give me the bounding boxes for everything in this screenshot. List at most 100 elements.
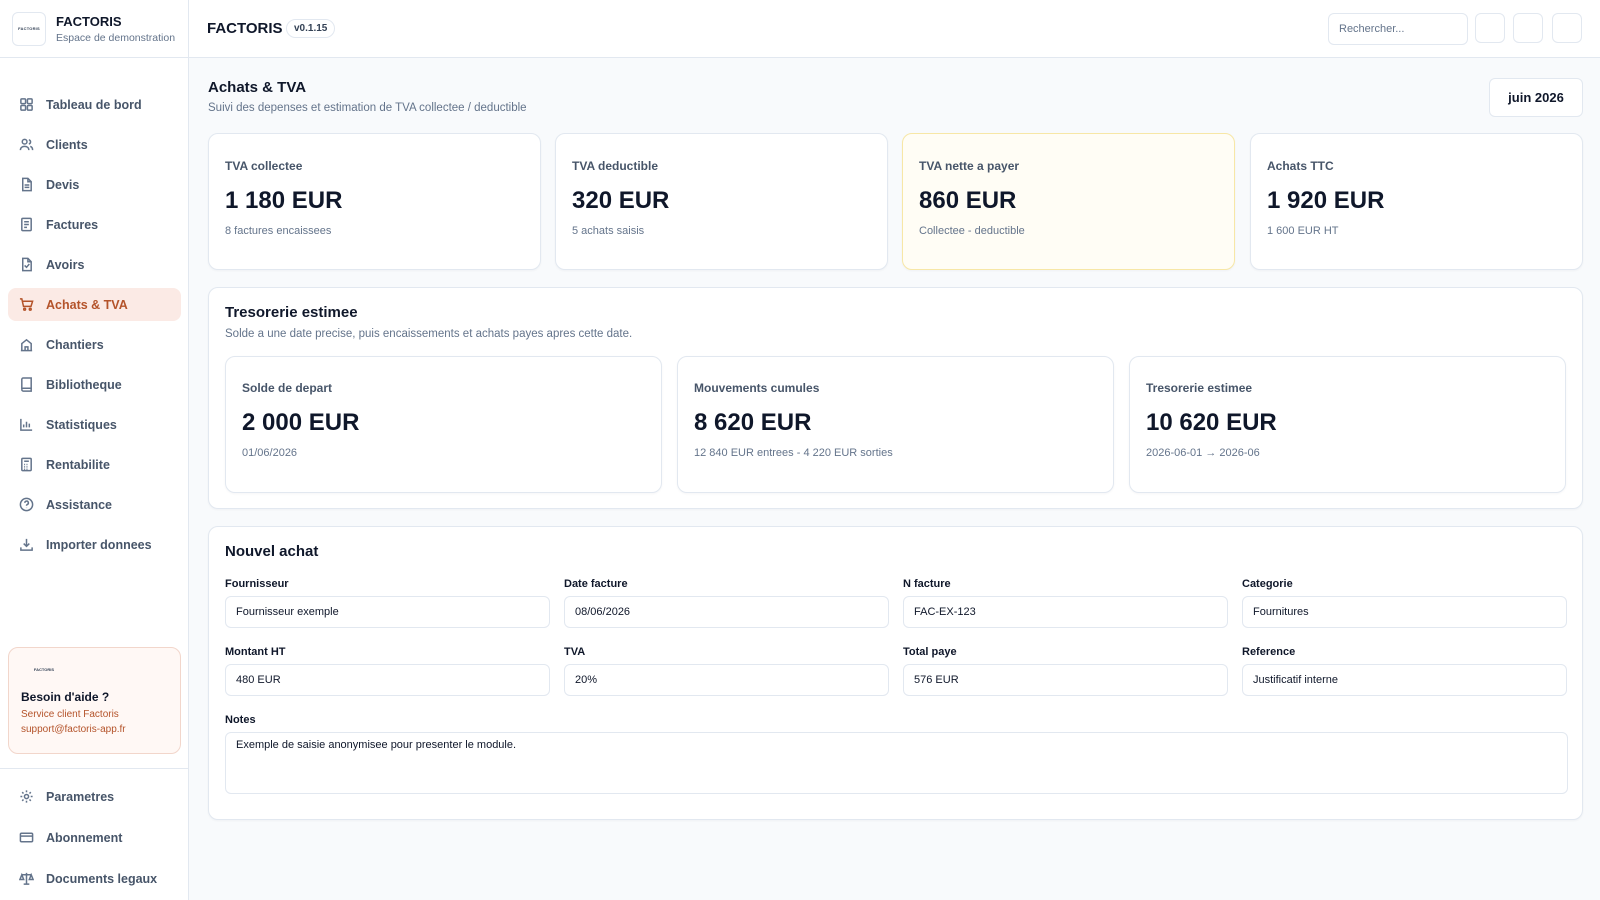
- sidebar-item-devis[interactable]: Devis: [8, 168, 181, 201]
- kpi-label: TVA collectee: [225, 159, 303, 173]
- sidebar-item-parametres[interactable]: Parametres: [8, 780, 181, 813]
- sidebar-item-label: Tableau de bord: [46, 97, 142, 112]
- search-input[interactable]: [1328, 13, 1468, 45]
- kpi-value: 860 EUR: [919, 187, 1017, 214]
- help-logo-text: FACTORIS: [33, 666, 55, 672]
- brand-subtitle: Espace de demonstration: [56, 31, 176, 44]
- reference-input[interactable]: [1242, 664, 1567, 696]
- brand: FACTORIS FACTORIS Espace de demonstratio…: [0, 0, 188, 58]
- credit-card-icon: [19, 832, 34, 843]
- field-total-paye: Total paye: [903, 646, 1228, 696]
- sidebar-item-label: Clients: [46, 137, 88, 152]
- treso-value: 2 000 EUR: [242, 409, 360, 436]
- month-selector-button[interactable]: juin 2026: [1489, 78, 1583, 117]
- sidebar-item-achats-tva[interactable]: Achats & TVA: [8, 288, 181, 321]
- dashboard-icon: [20, 98, 33, 111]
- users-icon: [19, 138, 34, 151]
- treso-subtext: 12 840 EUR entrees - 4 220 EUR sorties: [694, 447, 893, 459]
- treso-card-estimee: Tresorerie estimee 10 620 EUR 2026-06-01…: [1129, 356, 1566, 493]
- treso-subtext: 01/06/2026: [242, 447, 298, 459]
- field-label: Reference: [1242, 646, 1296, 658]
- treso-label: Tresorerie estimee: [1146, 381, 1253, 395]
- sidebar-item-clients[interactable]: Clients: [8, 128, 181, 161]
- sidebar-item-chantiers[interactable]: Chantiers: [8, 328, 181, 361]
- kpi-label: Achats TTC: [1267, 159, 1334, 173]
- kpi-card-achats-ttc: Achats TTC 1 920 EUR 1 600 EUR HT: [1250, 133, 1583, 270]
- sidebar-item-avoirs[interactable]: Avoirs: [8, 248, 181, 281]
- sidebar: FACTORIS FACTORIS Espace de demonstratio…: [0, 0, 189, 900]
- sidebar-item-factures[interactable]: Factures: [8, 208, 181, 241]
- field-notes: Notes Exemple de saisie anonymisee pour …: [225, 714, 1568, 799]
- treso-label: Solde de depart: [242, 381, 333, 395]
- treso-value: 10 620 EUR: [1146, 409, 1277, 436]
- field-label: Date facture: [564, 578, 628, 590]
- main-content: Achats & TVA Suivi des depenses et estim…: [189, 58, 1600, 900]
- brand-logo[interactable]: FACTORIS: [12, 11, 46, 46]
- page-subtitle: Suivi des depenses et estimation de TVA …: [208, 102, 527, 114]
- kpi-card-tva-deductible: TVA deductible 320 EUR 5 achats saisis: [555, 133, 888, 270]
- notes-textarea[interactable]: Exemple de saisie anonymisee pour presen…: [225, 732, 1568, 794]
- tva-input[interactable]: [564, 664, 889, 696]
- building-icon: [20, 338, 33, 352]
- header-action-button-3[interactable]: [1552, 13, 1582, 43]
- page-title: Achats & TVA: [208, 79, 307, 96]
- total-paye-input[interactable]: [903, 664, 1228, 696]
- fournisseur-input[interactable]: [225, 596, 550, 628]
- montant-ht-input[interactable]: [225, 664, 550, 696]
- field-label: TVA: [564, 646, 586, 658]
- header-action-button-2[interactable]: [1513, 13, 1543, 43]
- sidebar-item-label: Parametres: [46, 789, 115, 804]
- help-service: Service client Factoris: [21, 709, 119, 720]
- gear-icon: [20, 790, 33, 803]
- download-icon: [20, 538, 33, 551]
- section-title: Tresorerie estimee: [225, 304, 358, 321]
- sidebar-item-tableau-de-bord[interactable]: Tableau de bord: [8, 88, 181, 121]
- brand-text: FACTORIS Espace de demonstration: [56, 14, 175, 44]
- sidebar-item-label: Bibliotheque: [46, 377, 122, 392]
- sidebar-bottom-nav: Parametres Abonnement Documents legaux: [0, 768, 189, 900]
- field-label: Montant HT: [225, 646, 286, 658]
- field-montant-ht: Montant HT: [225, 646, 550, 696]
- treso-subtext: 2026-06-01 → 2026-06: [1146, 447, 1260, 459]
- header-action-button-1[interactable]: [1475, 13, 1505, 43]
- sidebar-item-label: Assistance: [46, 497, 113, 512]
- field-fournisseur: Fournisseur: [225, 578, 550, 628]
- treso-card-solde-depart: Solde de depart 2 000 EUR 01/06/2026: [225, 356, 662, 493]
- kpi-card-tva-collectee: TVA collectee 1 180 EUR 8 factures encai…: [208, 133, 541, 270]
- kpi-subtext: 8 factures encaissees: [225, 225, 332, 237]
- categorie-input[interactable]: [1242, 596, 1567, 628]
- help-logo: FACTORIS: [27, 660, 61, 678]
- credit-note-icon: [22, 257, 32, 272]
- help-title: Besoin d'aide ?: [21, 690, 110, 704]
- n-facture-input[interactable]: [903, 596, 1228, 628]
- sidebar-item-label: Achats & TVA: [46, 297, 128, 312]
- section-title: Nouvel achat: [225, 543, 319, 560]
- sidebar-item-importer-donnees[interactable]: Importer donnees: [8, 528, 181, 561]
- help-email-link[interactable]: support@factoris-app.fr: [21, 724, 168, 735]
- new-purchase-form: Nouvel achat Fournisseur Date facture N …: [208, 526, 1583, 820]
- field-label: Total paye: [903, 646, 957, 658]
- field-label: Categorie: [1242, 578, 1293, 590]
- calculator-icon: [21, 457, 32, 472]
- field-label: Notes: [225, 714, 256, 726]
- sidebar-item-documents-legaux[interactable]: Documents legaux: [8, 862, 181, 895]
- sidebar-item-label: Devis: [46, 177, 80, 192]
- sidebar-item-abonnement[interactable]: Abonnement: [8, 821, 181, 854]
- sidebar-item-label: Chantiers: [46, 337, 104, 352]
- kpi-subtext: 1 600 EUR HT: [1267, 225, 1339, 237]
- sidebar-item-label: Avoirs: [46, 257, 85, 272]
- date-facture-input[interactable]: [564, 596, 889, 628]
- kpi-card-tva-nette: TVA nette a payer 860 EUR Collectee - de…: [902, 133, 1235, 270]
- sidebar-item-assistance[interactable]: Assistance: [8, 488, 181, 521]
- field-reference: Reference: [1242, 646, 1567, 696]
- version-badge: v0.1.15: [286, 19, 336, 38]
- kpi-subtext: 5 achats saisis: [572, 225, 645, 237]
- sidebar-item-statistiques[interactable]: Statistiques: [8, 408, 181, 441]
- field-categorie: Categorie: [1242, 578, 1567, 628]
- kpi-value: 1 180 EUR: [225, 187, 343, 214]
- field-tva: TVA: [564, 646, 889, 696]
- field-label: N facture: [903, 578, 951, 590]
- sidebar-item-bibliotheque[interactable]: Bibliotheque: [8, 368, 181, 401]
- sidebar-item-rentabilite[interactable]: Rentabilite: [8, 448, 181, 481]
- brand-logo-text: FACTORIS: [18, 26, 40, 31]
